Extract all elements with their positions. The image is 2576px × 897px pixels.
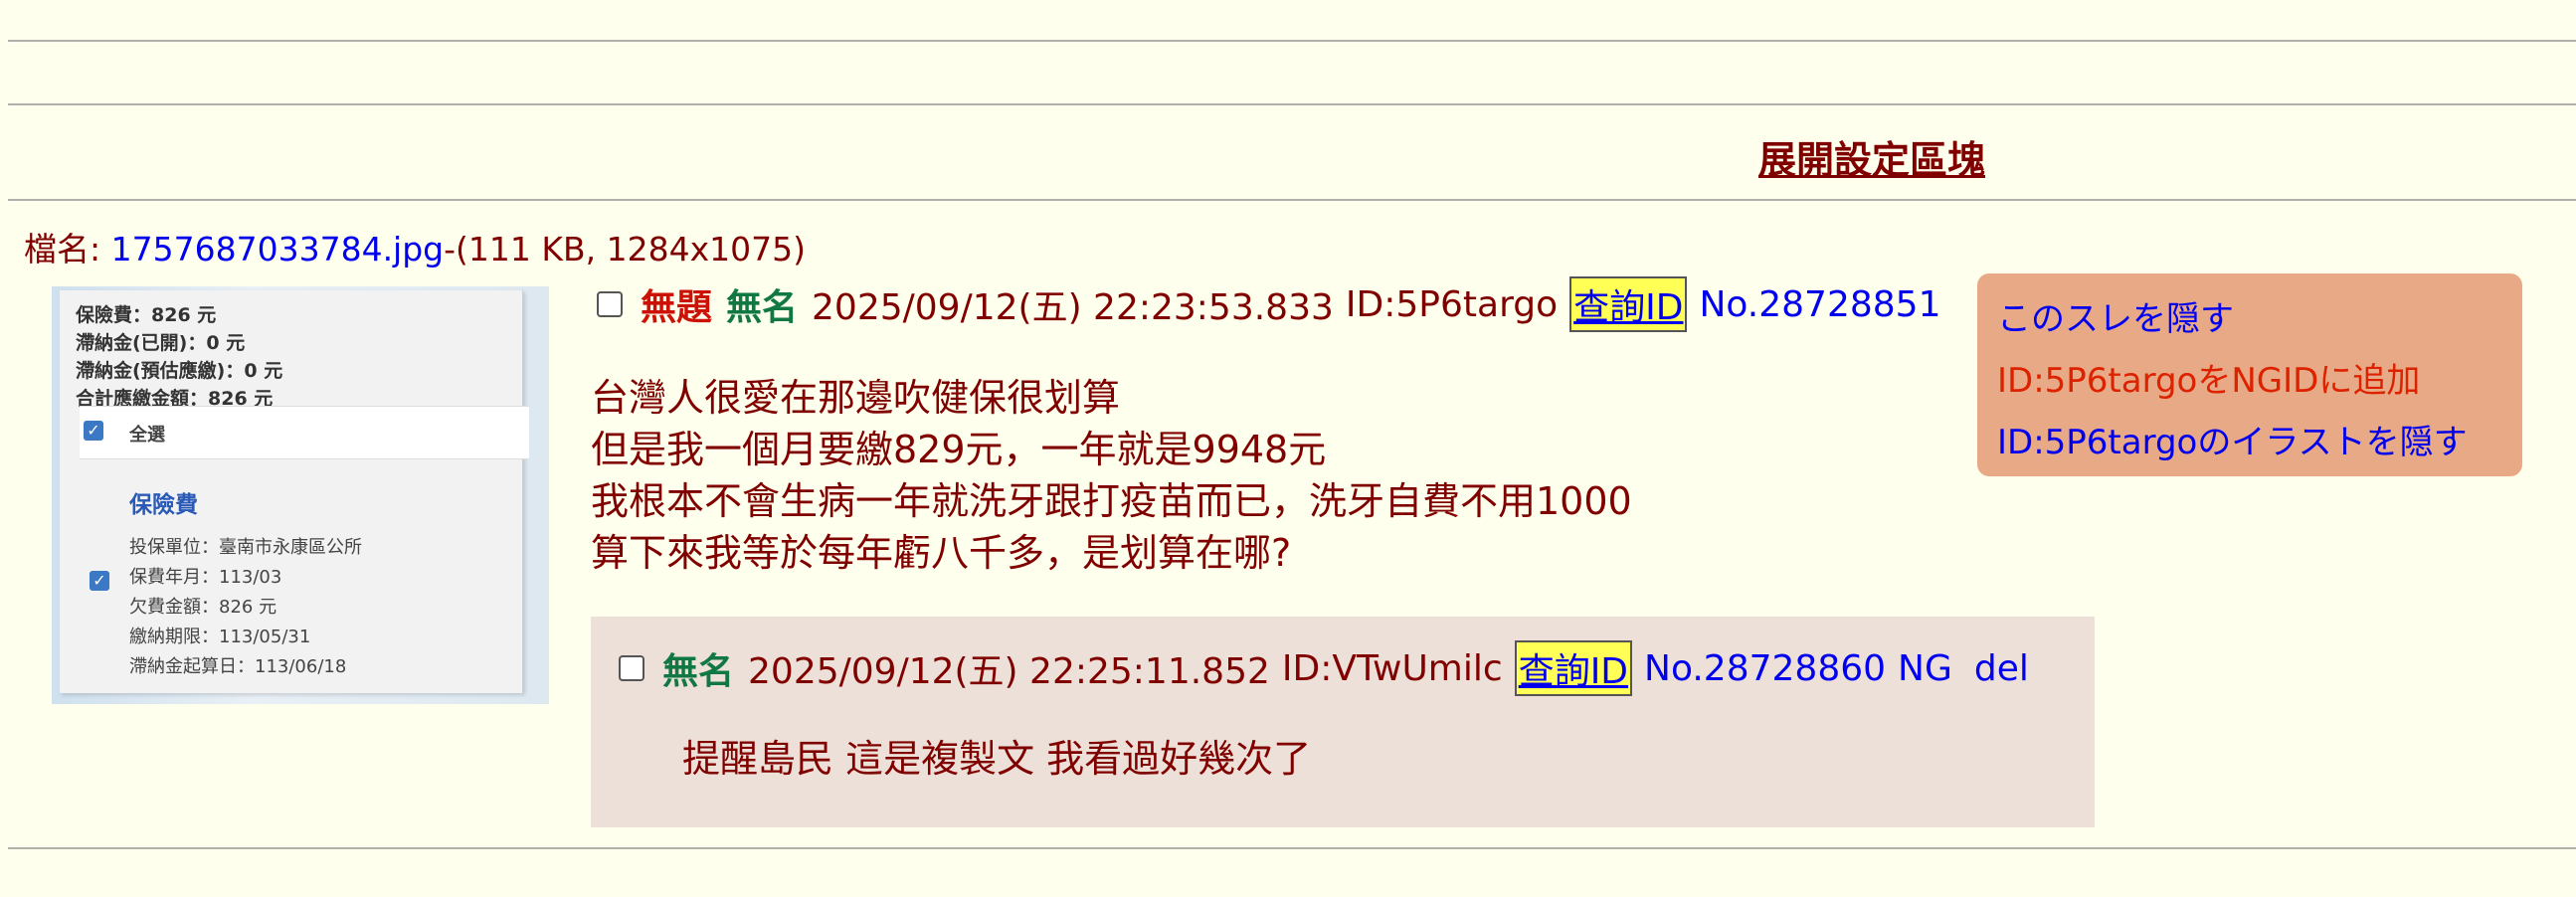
post-checkbox[interactable] [597, 291, 623, 317]
top-divider-3 [8, 199, 2576, 201]
check-icon: ✓ [84, 421, 103, 441]
reply-header: 無名 2025/09/12(五) 22:25:11.852 ID:VTwUmil… [619, 640, 2051, 696]
thumb-line: 滯納金(預估應繳)：0 元 [76, 360, 283, 382]
post-header: 無題 無名 2025/09/12(五) 22:23:53.833 ID:5P6t… [597, 276, 1952, 332]
thumbnail-image[interactable]: 保險費：826 元 滯納金(已開)：0 元 滯納金(預估應繳)：0 元 合計應繳… [52, 286, 549, 704]
post-body-line: 台灣人很愛在那邊吹健保很划算 [591, 376, 1121, 420]
top-divider-2 [8, 103, 2576, 105]
file-link[interactable]: 1757687033784.jpg [111, 230, 445, 269]
reply-number-link[interactable]: No.28728860 [1644, 648, 1886, 689]
post-body-line: 算下來我等於每年虧八千多，是划算在哪? [591, 531, 1292, 575]
file-info: 檔名: 1757687033784.jpg-(111 KB, 1284x1075… [24, 223, 806, 270]
thumb-select-all-row: ✓ 全選 [80, 406, 529, 459]
thumbnail-content: 保險費：826 元 滯納金(已開)：0 元 滯納金(預估應繳)：0 元 合計應繳… [60, 290, 529, 693]
file-size: -(111 KB, 1284x1075) [444, 230, 807, 269]
post-id: ID:5P6targo [1345, 283, 1559, 325]
post-body-line: 但是我一個月要繳829元，一年就是9948元 [591, 428, 1327, 471]
post-context-menu: このスレを隠す ID:5P6targoをNGIDに追加 ID:5P6targoの… [1977, 273, 2522, 476]
thumb-detail: 繳納期限：113/05/31 [129, 627, 311, 647]
add-ngid-option[interactable]: ID:5P6targoをNGIDに追加 [1997, 353, 2420, 402]
post-name: 無名 [726, 287, 799, 328]
thumb-detail: 欠費金額：826 元 [129, 597, 277, 618]
reply-id: ID:VTwUmilc [1281, 647, 1503, 689]
thumb-detail: 投保單位：臺南市永康區公所 [129, 537, 362, 558]
post-body: 台灣人很愛在那邊吹健保很划算 但是我一個月要繳829元，一年就是9948元 我根… [591, 372, 1632, 579]
post-body-line: 我根本不會生病一年就洗牙跟打疫苗而已，洗牙自費不用1000 [591, 479, 1632, 523]
reply-checkbox[interactable] [619, 655, 644, 681]
reply-name: 無名 [662, 651, 735, 692]
thumb-select-all: 全選 [129, 425, 165, 446]
expand-settings-link[interactable]: 展開設定區塊 [1758, 129, 1985, 184]
reply-post: 無名 2025/09/12(五) 22:25:11.852 ID:VTwUmil… [591, 617, 2095, 827]
top-divider-1 [8, 40, 2576, 42]
hide-thread-option[interactable]: このスレを隠す [1997, 291, 2234, 340]
reply-query-id-button[interactable]: 查詢ID [1514, 640, 1633, 696]
reply-del-link[interactable]: del [1974, 648, 2029, 689]
bottom-divider [8, 847, 2576, 849]
thumb-section-title: 保險費 [129, 492, 198, 518]
hide-illust-option[interactable]: ID:5P6targoのイラストを隠す [1997, 415, 2468, 463]
reply-datetime: 2025/09/12(五) 22:25:11.852 [748, 651, 1270, 692]
post-number-link[interactable]: No.28728851 [1699, 284, 1940, 325]
thumb-line: 滯納金(已開)：0 元 [76, 332, 246, 354]
reply-body: 提醒島民 這是複製文 我看過好幾次了 [682, 737, 1312, 781]
post-datetime: 2025/09/12(五) 22:23:53.833 [812, 287, 1334, 328]
file-label: 檔名: [24, 230, 101, 269]
thumb-detail: 滯納金起算日：113/06/18 [129, 656, 347, 677]
thumb-detail: 保費年月：113/03 [129, 567, 282, 588]
thumb-line: 保險費：826 元 [76, 304, 217, 326]
post-subject: 無題 [641, 287, 713, 328]
reply-ng-link[interactable]: NG [1898, 648, 1952, 689]
check-icon: ✓ [90, 571, 109, 591]
query-id-button[interactable]: 查詢ID [1569, 276, 1688, 332]
